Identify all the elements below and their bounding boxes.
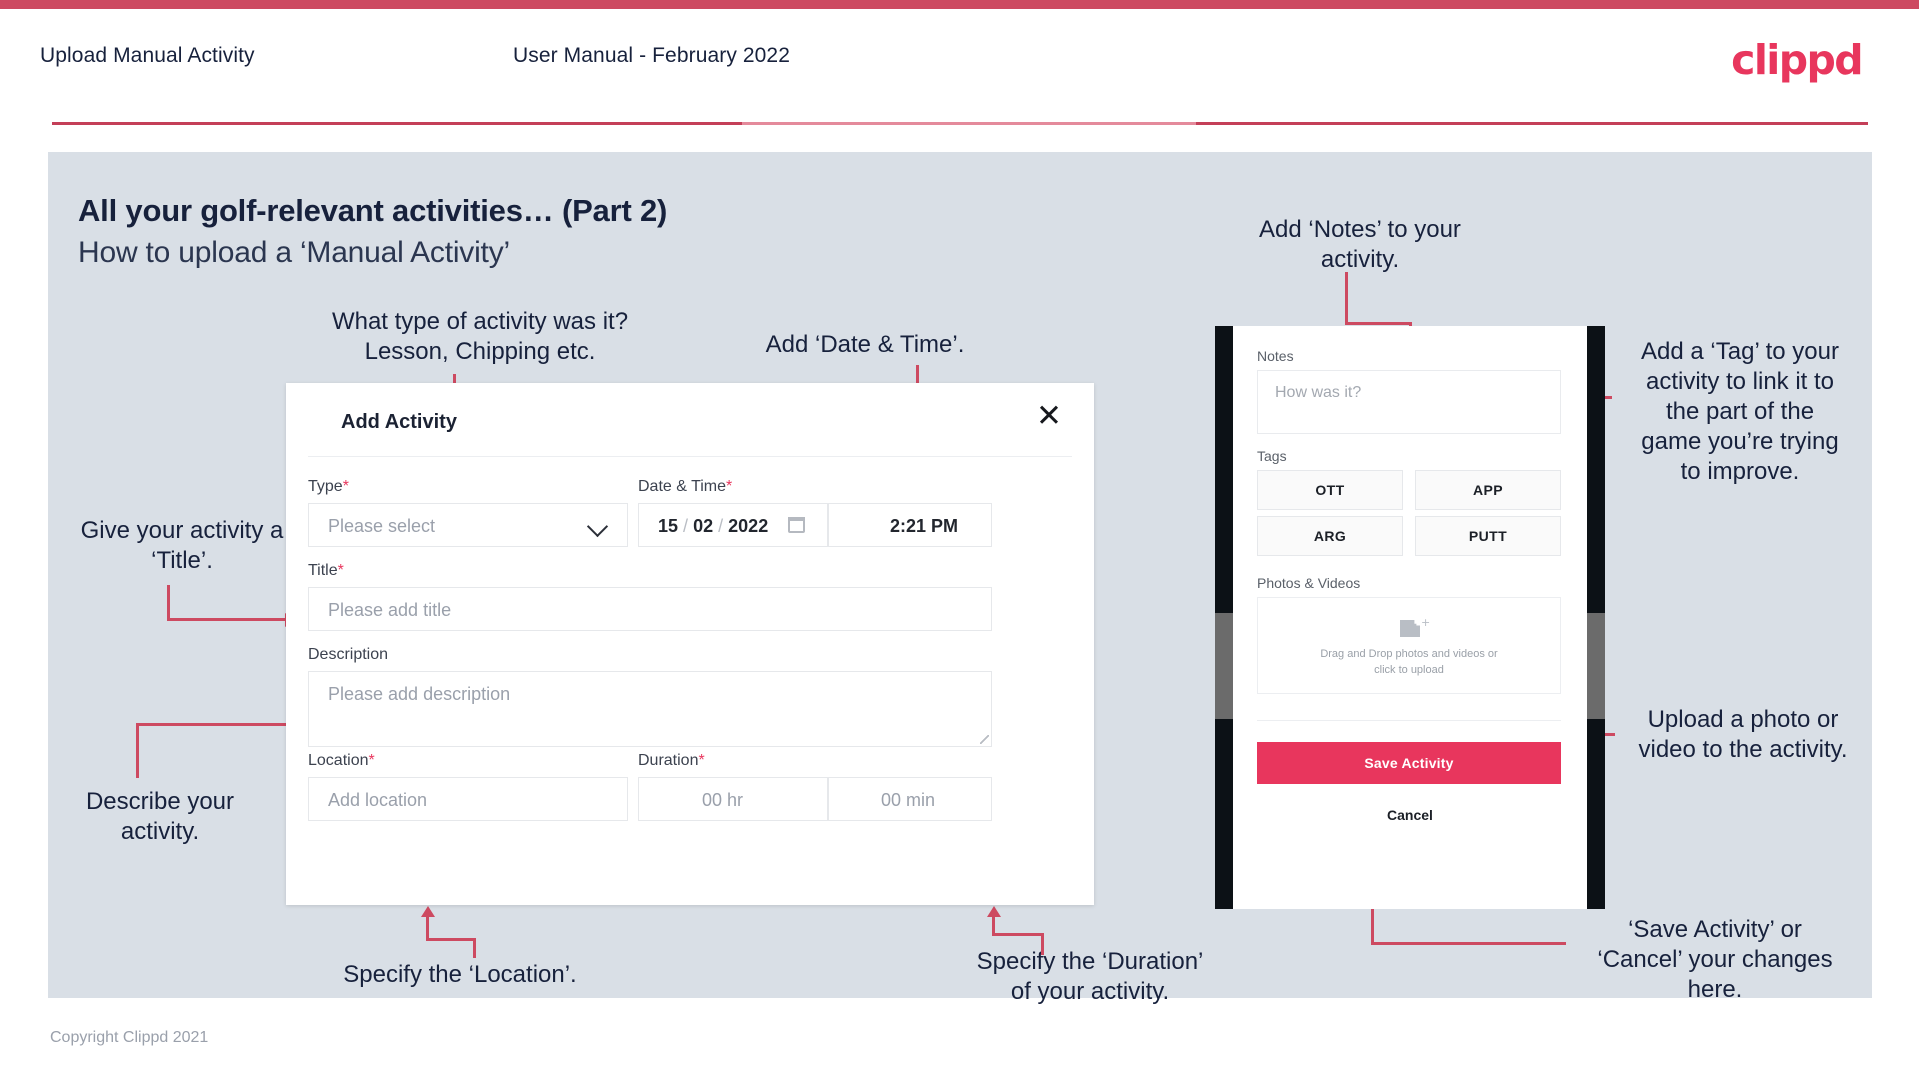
close-icon[interactable]: ✕ xyxy=(1036,401,1062,432)
copyright-text: Copyright Clippd 2021 xyxy=(50,1029,209,1046)
header-divider xyxy=(52,122,1868,125)
annotation-tags: Add a ‘Tag’ to your activity to link it t… xyxy=(1641,338,1839,485)
modal-divider xyxy=(308,456,1072,457)
clippd-logo: clippd xyxy=(1731,36,1863,84)
document-subtitle: User Manual - February 2022 xyxy=(513,44,790,67)
resize-handle-icon[interactable] xyxy=(980,735,989,744)
description-textarea[interactable] xyxy=(308,671,992,747)
date-value: 15 / 02 / 2022 xyxy=(658,516,769,536)
dropzone-text: Drag and Drop photos and videos or click… xyxy=(1320,648,1498,676)
notes-placeholder: How was it? xyxy=(1275,384,1362,401)
connector-loc-v2 xyxy=(426,917,429,941)
photo-dropzone[interactable]: + Drag and Drop photos and videos or cli… xyxy=(1257,597,1561,694)
phone-mockup: Notes How was it? Tags OTT APP ARG PUTT … xyxy=(1215,326,1605,909)
description-placeholder: Please add description xyxy=(328,684,511,704)
cancel-button[interactable]: Cancel xyxy=(1233,807,1587,823)
slide-page: Upload Manual Activity User Manual - Feb… xyxy=(0,0,1919,1079)
location-placeholder: Add location xyxy=(328,790,428,810)
annotation-duration: Specify the ‘Duration’ of your activity. xyxy=(976,948,1204,1005)
annotation-location: Specify the ‘Location’. xyxy=(343,961,577,988)
phone-bezel-right-mid xyxy=(1587,613,1605,719)
annotation-type: What type of activity was it? Lesson, Chi… xyxy=(331,308,629,365)
duration-minutes-placeholder: 00 min xyxy=(881,790,936,810)
phone-bezel-left-bottom xyxy=(1215,719,1233,909)
tag-button-ott[interactable]: OTT xyxy=(1257,470,1403,510)
date-sep-1: / xyxy=(683,516,689,536)
location-label: Location* xyxy=(308,752,375,769)
connector-title-h xyxy=(167,618,287,621)
phone-bezel-right-bottom xyxy=(1587,719,1605,909)
type-required: * xyxy=(342,478,349,495)
tags-label: Tags xyxy=(1257,448,1287,464)
type-placeholder: Please select xyxy=(328,516,436,536)
top-accent-bar xyxy=(0,0,1919,9)
datetime-required: * xyxy=(726,478,733,495)
add-activity-modal: Add Activity ✕ Type* Please select Date … xyxy=(286,383,1094,905)
title-required: * xyxy=(337,562,344,579)
connector-dur-v2 xyxy=(992,917,995,936)
phone-bezel-right-top xyxy=(1587,326,1605,613)
tag-button-app[interactable]: APP xyxy=(1415,470,1561,510)
modal-title: Add Activity xyxy=(341,411,457,433)
slide-subheading: How to upload a ‘Manual Activity’ xyxy=(78,236,510,269)
photos-label: Photos & Videos xyxy=(1257,575,1361,591)
calendar-icon[interactable] xyxy=(788,517,805,533)
phone-bezel-left-top xyxy=(1215,326,1233,613)
duration-required: * xyxy=(698,752,705,769)
title-placeholder: Please add title xyxy=(328,600,452,620)
title-label: Title* xyxy=(308,562,344,579)
tag-button-putt[interactable]: PUTT xyxy=(1415,516,1561,556)
tag-button-arg[interactable]: ARG xyxy=(1257,516,1403,556)
phone-divider xyxy=(1257,720,1561,721)
connector-desc-h xyxy=(136,723,288,726)
location-required: * xyxy=(368,752,375,769)
time-value: 2:21 PM xyxy=(890,516,959,536)
annotation-notes: Add ‘Notes’ to your activity. xyxy=(1259,216,1461,273)
save-activity-button[interactable]: Save Activity xyxy=(1257,742,1561,784)
date-sep-2: / xyxy=(718,516,724,536)
connector-save-h xyxy=(1371,942,1566,945)
annotation-datetime: Add ‘Date & Time’. xyxy=(765,331,965,358)
connector-loc-v xyxy=(473,938,476,958)
description-label: Description xyxy=(308,646,389,663)
connector-title-v xyxy=(167,585,170,621)
annotation-description: Describe your activity. xyxy=(85,788,235,845)
annotation-title: Give your activity a ‘Title’. xyxy=(80,517,284,574)
notes-textarea[interactable] xyxy=(1257,370,1561,434)
connector-dur-arrow xyxy=(987,906,1001,917)
connector-loc-h xyxy=(426,938,476,941)
slide-heading: All your golf-relevant activities… (Part… xyxy=(78,193,668,228)
phone-screen: Notes How was it? Tags OTT APP ARG PUTT … xyxy=(1233,326,1587,909)
connector-desc-v xyxy=(136,725,139,778)
page-title: Upload Manual Activity xyxy=(40,44,255,67)
image-add-plus-icon: + xyxy=(1421,616,1431,629)
notes-label: Notes xyxy=(1257,348,1294,364)
duration-hours-placeholder: 00 hr xyxy=(702,790,744,810)
phone-bezel-left-mid xyxy=(1215,613,1233,719)
annotation-photos: Upload a photo or video to the activity. xyxy=(1638,706,1848,763)
connector-dur-h xyxy=(992,933,1044,936)
connector-dur-v xyxy=(1041,933,1044,955)
connector-notes-v1 xyxy=(1345,272,1348,325)
connector-loc-arrow xyxy=(421,906,435,917)
datetime-label: Date & Time* xyxy=(638,478,733,495)
image-add-icon xyxy=(1400,620,1420,637)
type-label: Type* xyxy=(308,478,349,495)
duration-label: Duration* xyxy=(638,752,705,769)
annotation-save: ‘Save Activity’ or ‘Cancel’ your changes h… xyxy=(1597,916,1833,1003)
connector-notes-h xyxy=(1345,322,1412,325)
